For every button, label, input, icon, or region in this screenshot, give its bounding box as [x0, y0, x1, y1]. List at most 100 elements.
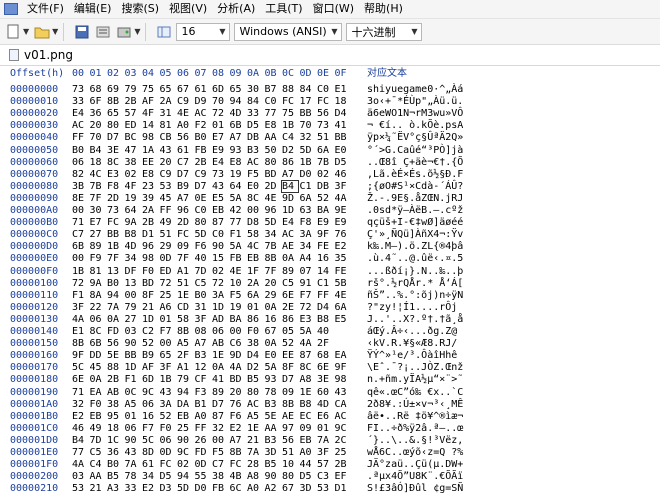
hex-byte[interactable]: FD [195, 447, 211, 458]
hex-byte[interactable]: 93 [265, 374, 281, 385]
hex-byte[interactable]: 40 [317, 326, 333, 337]
hex-byte[interactable]: AA [265, 423, 281, 434]
hex-byte[interactable]: 3E [317, 374, 333, 385]
hex-byte[interactable]: EB [90, 411, 106, 422]
row-text[interactable]: J..'..X?.º†.†ã¸å [367, 314, 463, 325]
hex-byte[interactable]: 60 [317, 387, 333, 398]
row-text[interactable]: qçüš+I-€‡wØ]äøéé [367, 217, 463, 228]
hex-byte[interactable]: 5D [177, 483, 193, 494]
hex-byte[interactable]: 7A [125, 459, 141, 470]
hex-byte[interactable]: D5 [335, 157, 351, 168]
hex-byte[interactable]: 95 [107, 411, 123, 422]
hex-byte[interactable]: 31 [195, 302, 211, 313]
hex-byte[interactable]: 36 [107, 447, 123, 458]
hex-byte[interactable]: 9F [335, 362, 351, 373]
hex-byte[interactable]: 87 [212, 217, 228, 228]
hex-byte[interactable]: C5 [90, 447, 106, 458]
hex-byte[interactable]: 78 [125, 471, 141, 482]
hex-byte[interactable]: 3E [107, 145, 123, 156]
hex-byte[interactable]: 57 [125, 108, 141, 119]
hex-byte[interactable]: 21 [247, 435, 263, 446]
hex-byte[interactable]: 73 [72, 84, 88, 95]
hex-byte[interactable]: DB [247, 132, 263, 143]
hex-byte[interactable]: BB [300, 108, 316, 119]
row-text[interactable]: k‰.M–).ö.ZL{®4þâ [367, 241, 463, 252]
hex-byte[interactable]: 3D [300, 483, 316, 494]
hex-byte[interactable]: FB [212, 483, 228, 494]
disk-dropdown-icon[interactable]: ▼ [134, 27, 140, 36]
hex-byte[interactable]: 1D [212, 302, 228, 313]
hex-byte[interactable]: 57 [317, 459, 333, 470]
hex-byte[interactable]: 10 [230, 278, 246, 289]
hex-byte[interactable]: 8A [90, 290, 106, 301]
hex-byte[interactable]: E0 [335, 145, 351, 156]
hex-byte[interactable]: 8E [72, 193, 88, 204]
hex-byte[interactable]: 25 [177, 423, 193, 434]
hex-byte[interactable]: 3F [335, 181, 351, 192]
hex-byte[interactable]: 91 [300, 278, 316, 289]
hex-byte[interactable]: 1E [177, 290, 193, 301]
hex-byte[interactable]: 9D [282, 193, 298, 204]
hex-byte[interactable]: 18 [90, 157, 106, 168]
hex-byte[interactable]: A8 [300, 374, 316, 385]
hex-byte[interactable]: FE [317, 241, 333, 252]
hex-byte[interactable]: F2 [195, 120, 211, 131]
hex-byte[interactable]: AE [282, 241, 298, 252]
hex-byte[interactable]: 98 [335, 374, 351, 385]
hex-byte[interactable]: 90 [125, 435, 141, 446]
hex-byte[interactable]: 7F [107, 253, 123, 264]
hex-byte[interactable]: AC [72, 120, 88, 131]
hex-byte[interactable]: F0 [90, 399, 106, 410]
menu-help[interactable]: 帮助(H) [359, 0, 408, 18]
hex-byte[interactable]: 8B [282, 399, 298, 410]
hex-byte[interactable]: 0E [195, 193, 211, 204]
row-text[interactable]: S!£3âÓ]Ðûl ¢g=SÑ [367, 483, 463, 494]
hex-byte[interactable]: 13 [107, 266, 123, 277]
hex-byte[interactable]: 38 [107, 399, 123, 410]
hex-byte[interactable]: E2 [142, 483, 158, 494]
hex-byte[interactable]: D4 [247, 350, 263, 361]
hex-byte[interactable]: D5 [160, 471, 176, 482]
hex-byte[interactable]: 2B [125, 96, 141, 107]
hex-byte[interactable]: E4 [212, 157, 228, 168]
hex-byte[interactable]: 2F [317, 338, 333, 349]
hex-byte[interactable]: 90 [212, 241, 228, 252]
number-base-select[interactable]: 十六进制 ▼ [346, 22, 423, 41]
hex-byte[interactable]: C7 [212, 459, 228, 470]
hex-byte[interactable]: D7 [195, 181, 211, 192]
hex-byte[interactable]: CA [335, 399, 351, 410]
hex-byte[interactable]: 56 [107, 338, 123, 349]
hex-byte[interactable]: BA [230, 314, 246, 325]
hex-byte[interactable]: 43 [212, 181, 228, 192]
hex-byte[interactable]: C3 [317, 471, 333, 482]
hex-byte[interactable]: 0C [125, 387, 141, 398]
row-text[interactable]: shiyuegame0·^„Àá [367, 84, 463, 95]
hex-byte[interactable]: 32 [300, 132, 316, 143]
hex-byte[interactable]: E9 [317, 217, 333, 228]
hex-byte[interactable]: 45 [90, 362, 106, 373]
hex-byte[interactable]: 9F [317, 229, 333, 240]
hex-byte[interactable]: 32 [72, 399, 88, 410]
hex-byte[interactable]: 7A [247, 447, 263, 458]
hex-byte[interactable]: 2F [177, 350, 193, 361]
hex-byte[interactable]: 02 [317, 169, 333, 180]
hex-byte[interactable]: B9 [142, 350, 158, 361]
hex-byte[interactable]: 33 [125, 483, 141, 494]
hex-byte[interactable]: FC [282, 96, 298, 107]
hex-byte[interactable]: B0 [107, 459, 123, 470]
row-text[interactable]: ŸÝ^»¹e/³.ÔàîHhê [367, 350, 457, 361]
hex-byte[interactable]: C0 [317, 84, 333, 95]
hex-byte[interactable]: 01 [160, 314, 176, 325]
hex-byte[interactable]: 2D [177, 217, 193, 228]
hex-byte[interactable]: 56 [282, 435, 298, 446]
hex-byte[interactable]: E2 [72, 411, 88, 422]
hex-byte[interactable]: C9 [177, 96, 193, 107]
hex-byte[interactable]: D0 [300, 169, 316, 180]
properties-icon[interactable] [95, 24, 111, 40]
hex-byte[interactable]: 79 [177, 374, 193, 385]
hex-byte[interactable]: 65 [107, 108, 123, 119]
hex-byte[interactable]: 33 [247, 108, 263, 119]
hex-byte[interactable]: F1 [230, 229, 246, 240]
hex-byte[interactable]: F0 [160, 423, 176, 434]
hex-byte[interactable]: 0A [212, 362, 228, 373]
